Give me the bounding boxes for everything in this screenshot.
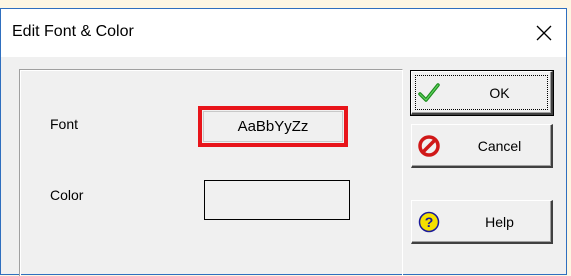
font-label: Font	[50, 116, 79, 132]
font-sample-text: AaBbYyZz	[237, 118, 309, 135]
ok-button-label: OK	[489, 84, 510, 101]
cancel-button-label: Cancel	[477, 137, 522, 154]
svg-text:?: ?	[425, 214, 434, 230]
font-sample-box[interactable]: AaBbYyZz	[198, 106, 348, 147]
close-icon	[536, 25, 552, 41]
ok-button[interactable]: OK	[410, 70, 554, 116]
edit-font-color-dialog: Edit Font & Color Font AaBbYyZz Color OK	[0, 8, 567, 276]
title-bar: Edit Font & Color	[1, 9, 566, 57]
help-icon: ?	[418, 211, 440, 232]
color-swatch[interactable]	[204, 180, 350, 220]
cancel-button[interactable]: Cancel	[411, 124, 553, 168]
font-color-panel: Font AaBbYyZz Color	[19, 69, 403, 276]
font-sample-inner: AaBbYyZz	[203, 111, 343, 142]
color-label: Color	[50, 187, 84, 203]
help-button-label: Help	[485, 213, 514, 230]
checkmark-icon	[418, 82, 440, 102]
cancel-icon	[418, 134, 440, 157]
help-button[interactable]: ? Help	[411, 200, 553, 244]
dialog-title: Edit Font & Color	[12, 23, 134, 40]
close-button[interactable]	[522, 9, 566, 57]
